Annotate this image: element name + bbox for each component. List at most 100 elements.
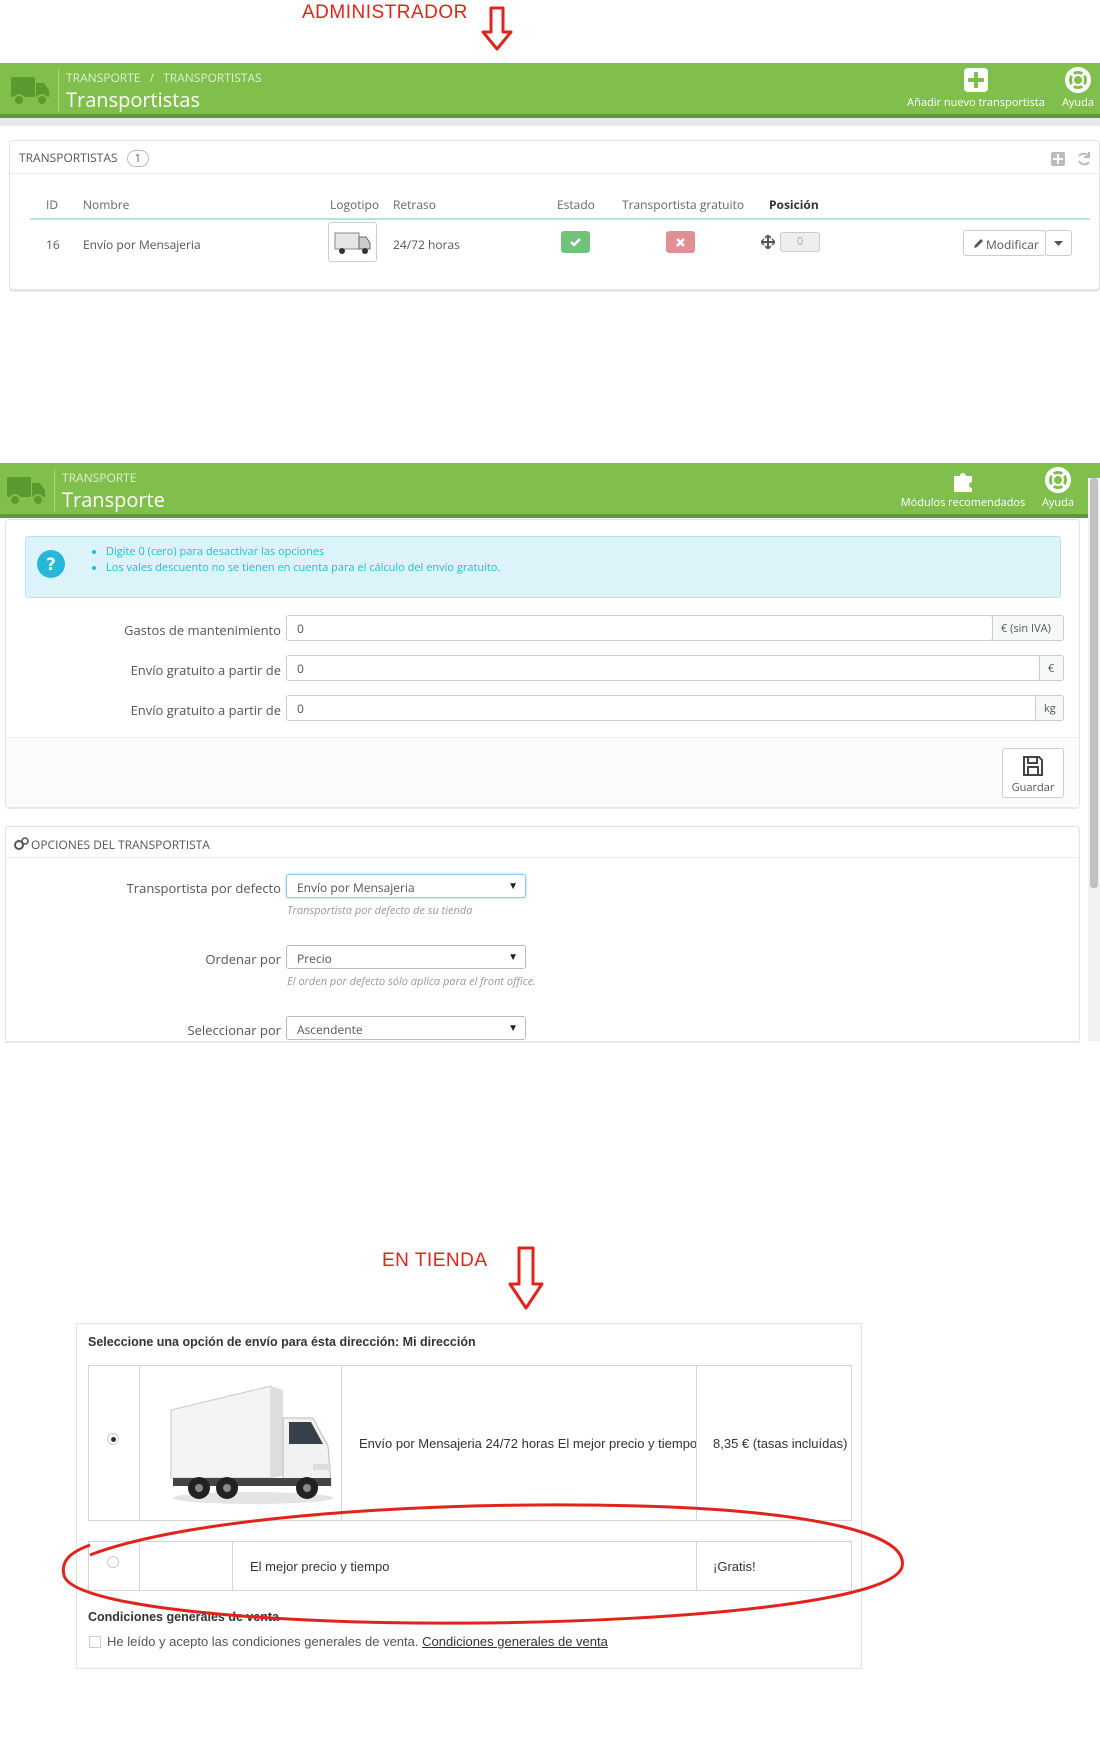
- field-label: Envío gratuito a partir de: [130, 661, 281, 679]
- breadcrumb-item[interactable]: TRANSPORTE: [62, 469, 136, 486]
- info-item: Los vales descuento no se tienen en cuen…: [106, 560, 500, 576]
- select-help: El orden por defecto sólo aplica para el…: [287, 974, 536, 989]
- breadcrumb-item[interactable]: TRANSPORTE: [66, 69, 140, 86]
- select-value: Ascendente: [297, 1021, 363, 1038]
- help-button[interactable]: Ayuda: [1036, 467, 1080, 510]
- delivery-option-description: Envío por Mensajeria 24/72 horas El mejo…: [359, 1436, 698, 1451]
- free-shipping-weight-addon: kg: [1035, 695, 1064, 721]
- radio-dot: [111, 1437, 116, 1442]
- info-list: Digite 0 (cero) para desactivar las opci…: [94, 544, 500, 576]
- check-icon: [570, 238, 581, 247]
- highlight-ellipse: [61, 1503, 904, 1625]
- down-arrow-icon: [481, 6, 513, 51]
- shipping-toolbar: TRANSPORTE Transporte Módulos recomendad…: [0, 463, 1100, 518]
- default-carrier-select[interactable]: Envío por Mensajeria ▼: [286, 874, 526, 898]
- cell-id: 16: [46, 236, 60, 253]
- carriers-panel: TRANSPORTISTAS 1 ID Nombre Logotipo Retr…: [9, 140, 1100, 290]
- free-shipping-weight-input[interactable]: 0: [286, 695, 1036, 721]
- pencil-icon: [974, 239, 983, 248]
- save-label: Guardar: [1011, 780, 1055, 795]
- truck-icon: [11, 77, 49, 106]
- select-value: Envío por Mensajeria: [297, 879, 415, 896]
- store-annotation-label: EN TIENDA: [382, 1250, 488, 1271]
- panel-title: OPCIONES DEL TRANSPORTISTA: [31, 836, 210, 853]
- recommended-modules-button[interactable]: Módulos recomendados: [894, 467, 1032, 510]
- page-scrollbar[interactable]: [1088, 478, 1100, 1041]
- page-title: Transportistas: [66, 86, 201, 113]
- page-title: Transporte: [62, 486, 165, 513]
- panel-heading: TRANSPORTISTAS 1: [19, 149, 149, 167]
- recommended-modules-label: Módulos recomendados: [900, 495, 1026, 510]
- select-value: Precio: [297, 950, 332, 967]
- breadcrumb: TRANSPORTE: [62, 469, 142, 486]
- sort-direction-select[interactable]: Ascendente ▼: [286, 1016, 526, 1040]
- col-header-id: ID: [46, 196, 59, 213]
- save-button[interactable]: Guardar: [1002, 748, 1064, 798]
- shipping-settings-panel: ? Digite 0 (cero) para desactivar las op…: [5, 519, 1080, 807]
- terms-text: He leído y acepto las condiciones genera…: [107, 1634, 419, 1649]
- panel-head-divider: [6, 857, 1079, 858]
- truck-icon: [7, 477, 45, 506]
- select-label: Seleccionar por: [187, 1021, 281, 1039]
- cell-delay: 24/72 horas: [393, 236, 460, 253]
- admin-annotation-label: ADMINISTRADOR: [302, 2, 468, 23]
- select-label: Ordenar por: [205, 950, 281, 968]
- delivery-option-price: 8,35 € (tasas incluídas): [713, 1436, 848, 1451]
- edit-button[interactable]: Modificar: [963, 230, 1046, 256]
- col-header-position[interactable]: Posición: [769, 196, 819, 213]
- carriers-toolbar: TRANSPORTE / TRANSPORTISTAS Transportist…: [0, 63, 1100, 118]
- delivery-heading: Seleccione una opción de envío para ésta…: [88, 1335, 476, 1349]
- down-arrow-icon: [508, 1246, 544, 1310]
- help-button[interactable]: Ayuda: [1056, 67, 1100, 110]
- truck-icon: [170, 1385, 333, 1504]
- table-header-border: [30, 218, 1090, 220]
- panel-footer: Guardar: [6, 737, 1079, 807]
- edit-dropdown-button[interactable]: [1045, 230, 1072, 256]
- plus-square-icon: [964, 68, 988, 92]
- field-label: Gastos de mantenimiento: [124, 621, 281, 639]
- select-help: Transportista por defecto de su tienda: [287, 903, 473, 918]
- save-icon: [1023, 756, 1043, 776]
- question-icon: ?: [37, 550, 65, 578]
- col-header-logo: Logotipo: [330, 196, 380, 213]
- breadcrumb-item[interactable]: TRANSPORTISTAS: [163, 69, 262, 86]
- panel-head-divider: [10, 173, 1100, 174]
- caret-down-icon: ▼: [508, 1020, 518, 1034]
- breadcrumb: TRANSPORTE / TRANSPORTISTAS: [66, 69, 268, 86]
- cell-name: Envío por Mensajeria: [83, 236, 201, 253]
- add-carrier-button[interactable]: Añadir nuevo transportista: [902, 67, 1050, 110]
- carrier-options-panel: OPCIONES DEL TRANSPORTISTA Transportista…: [5, 826, 1080, 1041]
- caret-down-icon: ▼: [508, 878, 518, 892]
- truck-thumbnail-icon: [334, 232, 371, 254]
- select-label: Transportista por defecto: [126, 879, 281, 897]
- add-row-icon[interactable]: [1050, 151, 1066, 167]
- breadcrumb-separator: /: [149, 69, 154, 86]
- status-enabled-button[interactable]: [561, 231, 590, 253]
- terms-link[interactable]: Condiciones generales de venta: [422, 1634, 608, 1649]
- caret-down-icon: ▼: [508, 949, 518, 963]
- help-label: Ayuda: [1041, 495, 1075, 510]
- terms-checkbox[interactable]: [89, 1636, 101, 1648]
- toolbar-shadow: [0, 118, 1100, 126]
- info-item: Digite 0 (cero) para desactivar las opci…: [106, 544, 500, 560]
- terms-line: He leído y acepto las condiciones genera…: [107, 1634, 608, 1649]
- free-shipping-price-input[interactable]: 0: [286, 655, 1040, 681]
- caret-down-icon: [1054, 241, 1063, 246]
- info-alert: ? Digite 0 (cero) para desactivar las op…: [25, 536, 1061, 598]
- free-carrier-disabled-button[interactable]: [666, 231, 695, 253]
- col-header-name: Nombre: [83, 196, 130, 213]
- handling-cost-input[interactable]: 0: [286, 615, 993, 641]
- puzzle-icon: [954, 473, 972, 492]
- help-label: Ayuda: [1061, 95, 1095, 110]
- refresh-icon[interactable]: [1076, 151, 1092, 167]
- x-icon: [676, 238, 685, 247]
- panel-title: TRANSPORTISTAS: [19, 149, 118, 166]
- col-header-delay: Retraso: [393, 196, 436, 213]
- order-by-select[interactable]: Precio ▼: [286, 945, 526, 969]
- col-header-status: Estado: [557, 196, 595, 213]
- move-icon[interactable]: [761, 235, 775, 249]
- lifebuoy-icon: [1045, 467, 1071, 493]
- edit-button-label: Modificar: [986, 236, 1039, 253]
- scrollbar-thumb[interactable]: [1090, 478, 1098, 888]
- delivery-radio-selected[interactable]: [107, 1433, 119, 1445]
